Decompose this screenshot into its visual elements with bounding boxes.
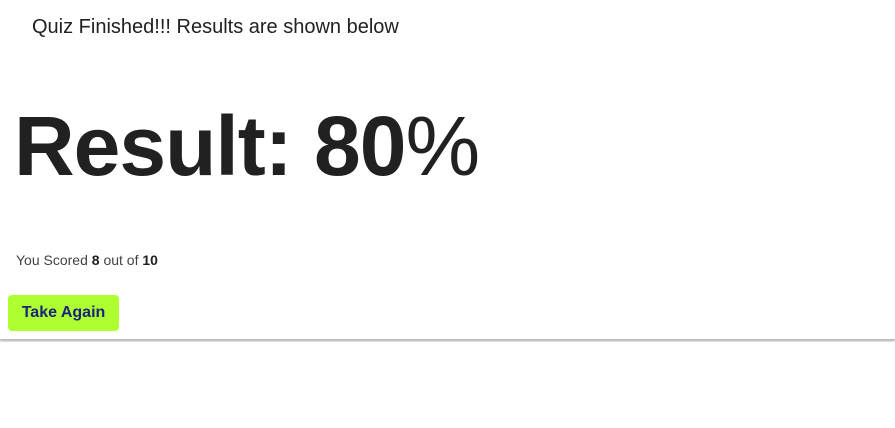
result-display: Result: 80%: [14, 96, 480, 196]
take-again-button[interactable]: Take Again: [8, 295, 119, 331]
score-prefix: You Scored: [16, 252, 88, 268]
result-unit: %: [405, 99, 480, 193]
score-correct: 8: [91, 252, 100, 268]
results-card: Quiz Finished!!! Results are shown below…: [0, 0, 895, 340]
score-summary: You Scored 8 out of 10: [16, 251, 158, 269]
score-total: 10: [142, 252, 158, 268]
result-value: 80: [314, 99, 406, 193]
quiz-finished-heading: Quiz Finished!!! Results are shown below: [32, 16, 399, 38]
result-label: Result:: [14, 99, 293, 193]
score-middle: out of: [103, 252, 139, 268]
